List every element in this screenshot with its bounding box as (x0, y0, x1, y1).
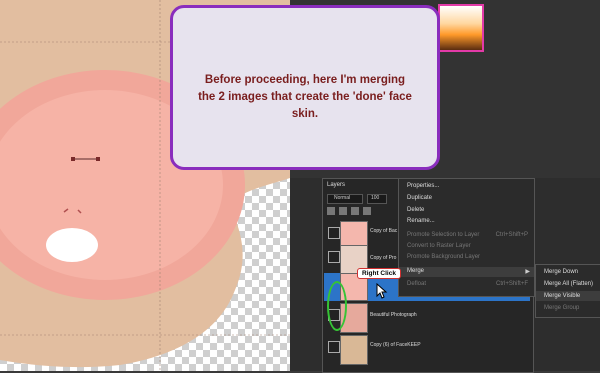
visibility-icon[interactable] (328, 227, 340, 239)
blend-mode-select[interactable]: Normal (327, 194, 363, 204)
layer-tools-icons[interactable] (327, 207, 397, 216)
color-picker-swatch[interactable] (438, 4, 484, 52)
shortcut-promote-selection: Ctrl+Shift+P (495, 232, 528, 238)
shortcut-defloat: Ctrl+Shift+F (495, 281, 528, 287)
new-layer-icon[interactable] (327, 207, 335, 215)
blend-mode-value: Normal (334, 195, 351, 201)
right-click-label: Right Click (357, 268, 401, 279)
submenu-merge-all[interactable]: Merge All (Flatten) (544, 281, 593, 287)
layer-row[interactable]: Copy (6) of FaceKEEP (324, 332, 530, 366)
layer-name: Copy (6) of FaceKEEP (370, 342, 421, 348)
menu-item-duplicate[interactable]: Duplicate (407, 195, 432, 201)
visibility-icon[interactable] (328, 341, 340, 353)
submenu-merge-group: Merge Group (544, 305, 580, 311)
callout-text: Before proceeding, here I'm merging the … (198, 74, 412, 120)
context-menu: Properties... Duplicate Delete Rename...… (398, 178, 535, 297)
layer-name: Copy of Pro (370, 255, 397, 261)
layer-name: Copy of Bac (370, 228, 398, 234)
visibility-icon[interactable] (328, 251, 340, 263)
menu-item-properties[interactable]: Properties... (407, 183, 439, 189)
menu-item-rename[interactable]: Rename... (407, 218, 435, 224)
opacity-field[interactable]: 100 (367, 194, 387, 204)
menu-item-convert-raster: Convert to Raster Layer (407, 243, 471, 249)
menu-item-promote-selection: Promote Selection to Layer (407, 232, 480, 238)
menu-item-delete[interactable]: Delete (407, 207, 424, 213)
submenu-merge-down[interactable]: Merge Down (544, 269, 578, 275)
opacity-value: 100 (371, 195, 380, 201)
layer-row[interactable]: Beautiful Photograph (324, 300, 530, 334)
submenu-arrow-icon: ▶ (525, 269, 530, 275)
highlight-circle (327, 281, 347, 331)
merge-submenu: Merge Down Merge All (Flatten) Merge Vis… (535, 264, 600, 318)
menu-item-merge[interactable]: Merge (407, 268, 424, 274)
layer-thumbnail (340, 335, 368, 365)
delete-layer-icon[interactable] (363, 207, 371, 215)
duplicate-icon[interactable] (339, 207, 347, 215)
menu-item-defloat: Defloat (407, 281, 427, 287)
layer-name: Beautiful Photograph (370, 312, 417, 318)
mouse-cursor-icon (376, 283, 388, 299)
mask-icon[interactable] (351, 207, 359, 215)
instruction-callout: Before proceeding, here I'm merging the … (170, 5, 440, 170)
layers-panel-title: Layers (327, 182, 346, 188)
menu-item-promote-background: Promote Background Layer (407, 254, 481, 260)
submenu-merge-visible[interactable]: Merge Visible (544, 293, 580, 299)
